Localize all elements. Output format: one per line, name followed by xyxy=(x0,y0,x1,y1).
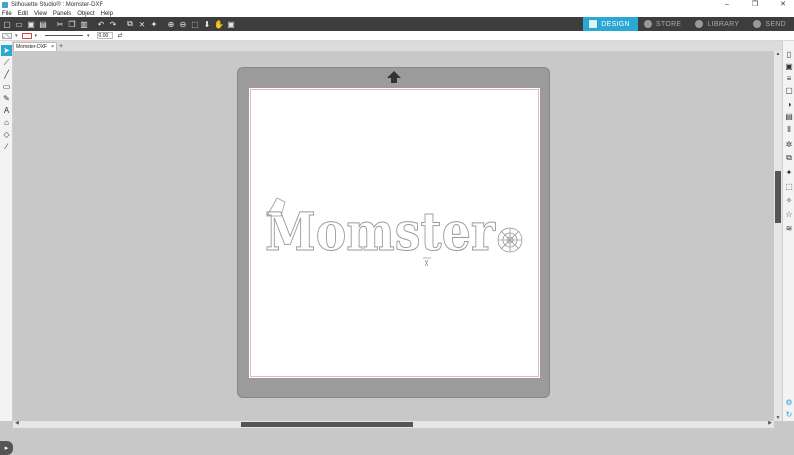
tab-send[interactable]: SEND xyxy=(747,17,794,31)
vertical-scrollbar[interactable]: ▲ ▼ xyxy=(774,51,782,421)
close-tab-icon[interactable]: × xyxy=(51,43,54,51)
transform-icon[interactable]: ▢ xyxy=(784,85,794,95)
layers-icon[interactable]: ≋ xyxy=(784,223,794,233)
paste-icon[interactable]: ▥ xyxy=(79,19,89,29)
fill-bucket-tool-icon[interactable]: ⌂ xyxy=(1,117,12,128)
tab-design-label: DESIGN xyxy=(601,20,630,28)
spiderweb-icon xyxy=(497,227,523,253)
open-folder-icon[interactable]: ▭ xyxy=(14,19,24,29)
eraser-tool-icon[interactable]: ◇ xyxy=(1,129,12,140)
modify-icon[interactable]: ⧉ xyxy=(784,153,794,163)
redo-icon[interactable]: ↷ xyxy=(108,19,118,29)
trace-icon[interactable]: ⬚ xyxy=(784,181,794,191)
left-tool-panel: ➤ ⟋ ╱ ▭ ✎ A ⌂ ◇ ∕ ▸ xyxy=(0,41,13,455)
line-style-toolbar: ▾ ▾ ▾ 0.00 ⇄ xyxy=(0,31,794,41)
save-icon[interactable]: ▣ xyxy=(26,19,36,29)
fill-panel-icon[interactable]: ◑ xyxy=(784,99,794,109)
scroll-down-icon[interactable]: ▼ xyxy=(774,415,782,421)
send-panel-icon[interactable]: ▣ xyxy=(784,61,794,71)
design-text[interactable]: Momster xyxy=(265,202,497,264)
move-down-icon[interactable]: ⬇ xyxy=(202,19,212,29)
library-icon xyxy=(695,20,704,28)
fill-swatch[interactable] xyxy=(2,32,12,39)
group-icon[interactable]: ⧉ xyxy=(125,19,135,29)
offset-icon[interactable]: ✦ xyxy=(784,167,794,177)
feed-direction-arrow-icon xyxy=(387,71,401,83)
cut-icon[interactable]: ✂ xyxy=(55,19,65,29)
text-tool-icon[interactable]: A xyxy=(1,105,12,116)
zoom-out-icon[interactable]: ⊖ xyxy=(178,19,188,29)
line-tool-icon[interactable]: ╱ xyxy=(1,69,12,80)
document-tab-label: Momster-DXF xyxy=(16,44,48,50)
line-style-preview[interactable] xyxy=(45,35,84,36)
right-panel-icons: ▯ ▣ ≡ ▢ ◑ ▤ ⦀ ✲ ⧉ ✦ ⬚ ✧ ☆ ≋ ⚙ ↻ xyxy=(782,41,794,421)
design-icon xyxy=(589,20,598,28)
fit-to-page-icon[interactable]: ▣ xyxy=(226,19,236,29)
undo-icon[interactable]: ↶ xyxy=(96,19,106,29)
line-style-dropdown-icon[interactable]: ▾ xyxy=(87,33,90,39)
print-icon[interactable]: ▤ xyxy=(38,19,48,29)
store-icon xyxy=(643,20,652,28)
document-tab-strip: Momster-DXF × + xyxy=(0,41,794,51)
document-tab[interactable]: Momster-DXF × xyxy=(13,42,57,51)
horizontal-scroll-thumb[interactable] xyxy=(241,422,413,427)
line-color-swatch[interactable] xyxy=(21,32,32,39)
settings-gear-icon[interactable]: ⚙ xyxy=(784,397,794,407)
tab-store[interactable]: STORE xyxy=(638,17,690,31)
scroll-right-icon[interactable]: ▶ xyxy=(768,420,772,426)
scroll-left-icon[interactable]: ◀ xyxy=(15,420,19,426)
minimize-button[interactable]: – xyxy=(720,0,734,10)
select-tool-icon[interactable]: ➤ xyxy=(1,45,12,56)
tab-store-label: STORE xyxy=(655,20,682,28)
tab-design[interactable]: DESIGN xyxy=(583,17,638,31)
line-width-input[interactable]: 0.00 xyxy=(96,32,113,39)
line-panel-icon[interactable]: ▤ xyxy=(784,111,794,121)
tab-send-label: SEND xyxy=(765,20,786,28)
vertical-scroll-thumb[interactable] xyxy=(775,171,781,223)
close-button[interactable]: ✕ xyxy=(776,0,790,10)
tab-library-label: LIBRARY xyxy=(707,20,740,28)
select-all-icon[interactable]: ✦ xyxy=(149,19,159,29)
scroll-up-icon[interactable]: ▲ xyxy=(774,51,782,57)
zoom-in-icon[interactable]: ⊕ xyxy=(166,19,176,29)
new-file-icon[interactable]: ▢ xyxy=(2,19,12,29)
replicate-icon[interactable]: ✲ xyxy=(784,139,794,149)
rectangle-tool-icon[interactable]: ▭ xyxy=(1,81,12,92)
library-toggle-icon[interactable]: ▸ xyxy=(0,441,13,455)
line-color-dropdown-icon[interactable]: ▾ xyxy=(35,33,38,39)
swap-icon[interactable]: ⇄ xyxy=(118,32,123,39)
ungroup-icon[interactable]: ⨯ xyxy=(137,19,147,29)
refresh-icon[interactable]: ↻ xyxy=(784,409,794,419)
maximize-button[interactable]: ❐ xyxy=(748,0,762,10)
workspace-tabs: DESIGN STORE LIBRARY SEND xyxy=(583,17,794,31)
horizontal-scrollbar[interactable]: ◀ ▶ xyxy=(13,420,774,428)
star-icon[interactable]: ☆ xyxy=(784,209,794,219)
window-title: Silhouette Studio® : Momster-DXF xyxy=(11,2,104,8)
send-icon xyxy=(753,20,762,28)
pencil-tool-icon[interactable]: ✎ xyxy=(1,93,12,104)
grid-icon[interactable]: ≡ xyxy=(784,73,794,83)
point-edit-tool-icon[interactable]: ⟋ xyxy=(1,57,12,68)
shapes-icon[interactable]: ✧ xyxy=(784,195,794,205)
knife-tool-icon[interactable]: ∕ xyxy=(1,141,12,152)
title-bar: Silhouette Studio® : Momster-DXF – ❐ ✕ xyxy=(0,0,794,10)
tab-library[interactable]: LIBRARY xyxy=(689,17,747,31)
pan-hand-icon[interactable]: ✋ xyxy=(214,19,224,29)
main-toolbar: ▢ ▭ ▣ ▤ ✂ ❐ ▥ ↶ ↷ ⧉ ⨯ ✦ ⊕ ⊖ ⬚ ⬇ ✋ ▣ DESI… xyxy=(0,17,794,31)
fill-dropdown-icon[interactable]: ▾ xyxy=(15,33,18,39)
page-setup-icon[interactable]: ▯ xyxy=(784,49,794,59)
add-tab-button[interactable]: + xyxy=(59,43,63,50)
zoom-box-icon[interactable]: ⬚ xyxy=(190,19,200,29)
align-icon[interactable]: ⦀ xyxy=(784,125,794,135)
momster-design[interactable]: Momster xyxy=(263,194,525,274)
copy-icon[interactable]: ❐ xyxy=(67,19,77,29)
window-controls: – ❐ ✕ xyxy=(720,0,790,10)
app-logo-icon xyxy=(2,2,8,8)
